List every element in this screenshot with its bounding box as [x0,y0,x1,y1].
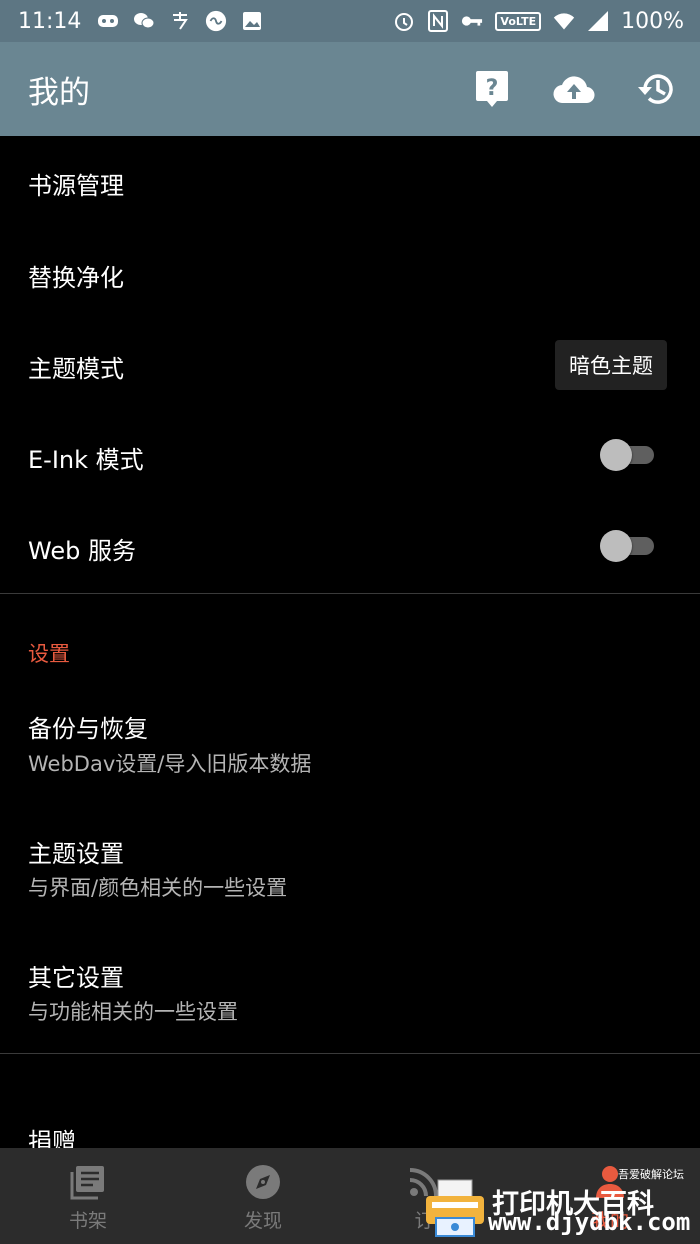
donate-label: 捐赠 [28,1128,76,1148]
other-settings-item[interactable]: 其它设置 与功能相关的一些设置 [0,939,700,1053]
backup-restore-item[interactable]: 备份与恢复 WebDav设置/导入旧版本数据 [0,691,700,815]
restore-history-button[interactable] [630,63,682,115]
eink-mode-item[interactable]: E-Ink 模式 [0,409,700,500]
page-title: 我的 [28,74,90,111]
book-source-label: 书源管理 [28,172,124,200]
compass-icon [246,1165,280,1199]
volte-badge: VoLTE [495,11,542,31]
battery-percent: 100% [621,8,684,34]
watermark-url: www.djydbk.com [488,1208,691,1236]
eink-mode-label: E-Ink 模式 [28,446,144,474]
web-service-switch[interactable] [600,530,654,562]
theme-settings-item[interactable]: 主题设置 与界面/颜色相关的一些设置 [0,815,700,939]
theme-settings-title: 主题设置 [28,840,124,868]
backup-restore-subtitle: WebDav设置/导入旧版本数据 [28,752,312,776]
help-button[interactable]: ? [466,63,518,115]
switch-thumb [600,530,632,562]
nav-discover[interactable]: 发现 [203,1148,323,1244]
signal-icon [587,11,609,31]
printer-logo-icon [426,1179,484,1237]
cloud-upload-button[interactable] [548,63,600,115]
switch-thumb [600,439,632,471]
game-icon [97,11,119,31]
svg-text:?: ? [486,76,499,101]
status-bar: 11:14 VoLTE 100% [0,0,700,42]
nav-bookshelf[interactable]: 书架 [28,1148,148,1244]
book-source-item[interactable]: 书源管理 [0,136,700,227]
theme-settings-subtitle: 与界面/颜色相关的一些设置 [28,876,288,900]
app-bar-actions: ? [466,63,682,115]
nfc-icon [427,10,449,32]
status-time: 11:14 [18,8,82,34]
watermark: 吾爱破解论坛 打印机大百科 www.djydbk.com [420,1164,700,1244]
alipay-icon [169,11,191,31]
donate-item[interactable]: 捐赠 [0,1096,700,1148]
eink-mode-switch[interactable] [600,439,654,471]
bookshelf-icon [70,1166,104,1200]
settings-list: 书源管理 替换净化 主题模式 暗色主题 E-Ink 模式 Web 服务 设置 备… [0,136,700,1148]
section-divider [0,1053,700,1054]
app-bar: 我的 ? [0,42,700,136]
system-icons: VoLTE 100% [393,9,684,34]
web-service-label: Web 服务 [28,537,136,565]
replace-purify-item[interactable]: 替换净化 [0,227,700,318]
other-settings-title: 其它设置 [28,964,124,992]
section-divider [0,593,700,594]
restore-history-icon [638,74,673,104]
nav-bookshelf-label: 书架 [68,1210,107,1232]
alarm-icon [393,11,415,31]
other-settings-subtitle: 与功能相关的一些设置 [28,1000,238,1024]
nav-discover-label: 发现 [243,1210,282,1232]
settings-section-header: 设置 [28,642,70,666]
image-icon [241,11,263,31]
help-icon: ? [476,71,508,107]
theme-mode-tooltip: 暗色主题 [555,340,667,390]
notification-icons [97,10,263,32]
backup-restore-title: 备份与恢复 [28,715,148,743]
web-service-item[interactable]: Web 服务 [0,500,700,591]
replace-purify-label: 替换净化 [28,264,124,292]
theme-mode-label: 主题模式 [28,355,124,383]
key-icon [461,11,483,31]
infinity-icon [205,10,227,32]
cloud-upload-icon [553,76,595,104]
wechat-icon [133,11,155,31]
watermark-forum: 吾爱破解论坛 [618,1168,684,1181]
wifi-icon [553,11,575,31]
